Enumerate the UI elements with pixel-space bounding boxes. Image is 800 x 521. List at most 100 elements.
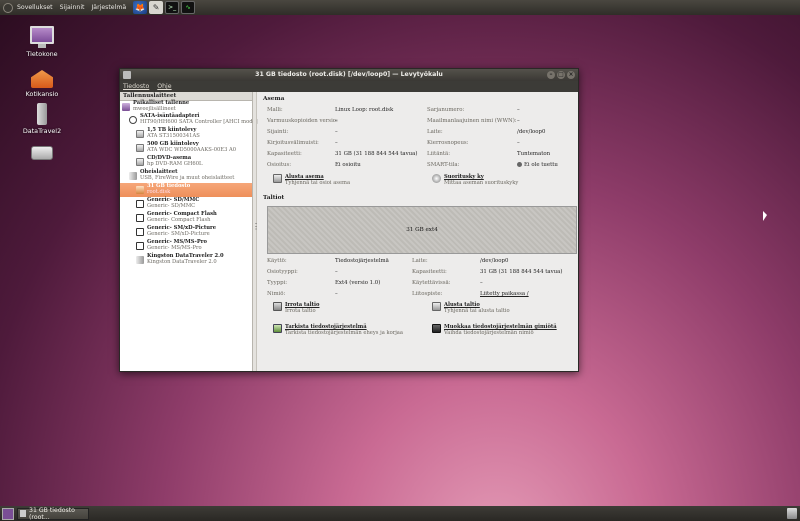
desktop-icon-home[interactable]: Kotikansio bbox=[14, 70, 70, 98]
field-value: – bbox=[335, 269, 338, 275]
minimize-button[interactable]: – bbox=[547, 71, 555, 79]
tree-item-subtitle: root.disk bbox=[147, 189, 171, 195]
volumes-section-title: Taltiot bbox=[263, 195, 285, 201]
tree-item-subtitle: HIT90/HH600 SATA Controller [AHCI mode] bbox=[140, 119, 258, 125]
format-drive-icon bbox=[273, 174, 282, 183]
field-label: Laite: bbox=[412, 258, 428, 264]
tree-item-hdd-1[interactable]: 1,5 TB kiintolevy ATA ST31500341AS bbox=[120, 127, 252, 141]
benchmark-button[interactable]: Suoritusky ky Mittaa aseman suorituskyky bbox=[432, 174, 518, 186]
check-filesystem-icon bbox=[273, 324, 282, 333]
field-value: /dev/loop0 bbox=[517, 129, 546, 135]
field-value: – bbox=[335, 129, 338, 135]
drive-field: Kapasiteetti: 31 GB (31 188 844 544 tavua… bbox=[267, 151, 417, 157]
field-label: Käyttö: bbox=[267, 258, 287, 264]
unmount-volume-button[interactable]: Irrota taltio Irrota taltio bbox=[273, 302, 319, 314]
close-button[interactable]: × bbox=[567, 71, 575, 79]
terminal-icon[interactable]: >_ bbox=[165, 1, 180, 14]
usb-drive-icon bbox=[37, 103, 47, 125]
mount-point-link[interactable]: Liitetty paikassa / bbox=[480, 291, 529, 297]
desktop-icon-label: Tietokone bbox=[26, 50, 58, 58]
menu-places[interactable]: Sijainnit bbox=[60, 4, 85, 11]
card-reader-icon bbox=[136, 214, 144, 222]
field-value: 31 GB (31 188 844 544 tavua) bbox=[335, 151, 418, 157]
drive-field: Laite: /dev/loop0 bbox=[427, 129, 545, 135]
tree-item-sata-controller[interactable]: SATA-isäntäadapteri HIT90/HH600 SATA Cont… bbox=[120, 113, 258, 127]
menu-file[interactable]: Tiedosto bbox=[123, 83, 149, 90]
tree-item-root-disk[interactable]: 31 GB tiedosto root.disk bbox=[120, 183, 252, 197]
system-monitor-icon[interactable]: ∿ bbox=[181, 1, 196, 14]
action-subtitle: Tarkista tiedostojärjestelmän eheys ja k… bbox=[285, 330, 403, 336]
taskbar-window-label: 31 GB tiedosto (root... bbox=[29, 506, 75, 521]
field-label: SMART-tila: bbox=[427, 162, 460, 168]
firefox-icon[interactable]: 🦊 bbox=[133, 1, 148, 14]
card-reader-icon bbox=[136, 242, 144, 250]
field-value: Linux Loop: root.disk bbox=[335, 107, 394, 113]
drive-field: Maailmanlaajuinen nimi (WWN): – bbox=[427, 118, 520, 124]
field-label: Sarjanumero: bbox=[427, 107, 465, 113]
action-subtitle: Tyhjennä tai alusta taltio bbox=[444, 308, 510, 314]
ubuntu-logo-icon[interactable] bbox=[3, 2, 13, 13]
menu-help[interactable]: Ohje bbox=[157, 83, 171, 90]
field-value: Ei ole tuettu bbox=[524, 162, 558, 168]
field-label: Kirjoitusvälimuisti: bbox=[267, 140, 319, 146]
gimp-icon[interactable]: ✎ bbox=[149, 1, 164, 14]
tree-item-hdd-2[interactable]: 500 GB kiintolevy ATA WDC WD5000AAKS-00E3… bbox=[120, 141, 252, 155]
desktop-icon-usb[interactable]: DataTravel2 bbox=[14, 103, 70, 135]
edit-label-button[interactable]: Muokkaa tiedostojärjestelmän gimiötä Vaih… bbox=[432, 324, 557, 336]
tree-item-sm-xd[interactable]: Generic- SM/xD-Picture Generic- SM/xD-Pic… bbox=[120, 225, 252, 239]
menu-system[interactable]: Järjestelmä bbox=[91, 4, 126, 11]
volume-field: Nimiö: – bbox=[267, 291, 338, 297]
tree-item-local-storage[interactable]: Paikalliset tallenne mweejlisällineet bbox=[120, 101, 252, 113]
tree-item-kingston[interactable]: Kingston DataTraveler 2.0 Kingston DataTr… bbox=[120, 253, 252, 267]
format-volume-button[interactable]: Alusta taltio Tyhjennä tai alusta taltio bbox=[432, 302, 510, 314]
tree-item-ms-pro[interactable]: Generic- MS/MS-Pro Generic- MS/MS-Pro bbox=[120, 239, 252, 253]
usb-icon bbox=[129, 172, 137, 180]
window-title: 31 GB tiedosto (root.disk) [/dev/loop0] … bbox=[255, 71, 443, 78]
tree-item-subtitle: ATA WDC WD5000AAKS-00E3 A0 bbox=[147, 147, 237, 153]
field-value: – bbox=[517, 140, 520, 146]
drive-field: Kirjoitusvälimuisti: – bbox=[267, 140, 338, 146]
action-subtitle: Vaihda tiedostojärjestelmän nimiö bbox=[444, 330, 534, 336]
field-label: Kapasiteetti: bbox=[267, 151, 302, 157]
field-value: Tiedostojärjestelmä bbox=[335, 258, 389, 264]
details-pane: Asema Malli: Linux Loop: root.disk Varmuu… bbox=[257, 92, 578, 371]
show-desktop-button[interactable] bbox=[2, 507, 14, 520]
window-titlebar[interactable]: 31 GB tiedosto (root.disk) [/dev/loop0] … bbox=[120, 69, 578, 81]
volume-bar[interactable]: 31 GB ext4 bbox=[267, 206, 577, 254]
drive-field: Malli: Linux Loop: root.disk bbox=[267, 107, 393, 113]
check-filesystem-button[interactable]: Tarkista tiedostojärjestelmä Tarkista tie… bbox=[273, 324, 403, 336]
session-icon[interactable] bbox=[785, 1, 797, 13]
volume-field: Osiotyyppi: – bbox=[267, 269, 338, 275]
mouse-pointer-icon bbox=[763, 211, 767, 221]
menu-applications[interactable]: Sovellukset bbox=[17, 4, 53, 11]
tree-item-sd-mmc[interactable]: Generic- SD/MMC Generic- SD/MMC bbox=[120, 197, 252, 211]
computer-icon bbox=[30, 26, 54, 48]
tree-item-subtitle: hp DVD-RAM GH60L bbox=[147, 161, 203, 167]
trash-icon[interactable] bbox=[787, 508, 797, 519]
tree-item-compact-flash[interactable]: Generic- Compact Flash Generic- Compact F… bbox=[120, 211, 252, 225]
controller-icon bbox=[129, 116, 137, 124]
volume-field: Tyyppi: Ext4 (versio 1.0) bbox=[267, 280, 380, 286]
tree-item-subtitle: USB, FireWire ja muut oheislaitteet bbox=[140, 175, 235, 181]
field-value: /dev/loop0 bbox=[480, 258, 509, 264]
field-label: Liitäntä: bbox=[427, 151, 451, 157]
menubar: Tiedosto Ohje bbox=[120, 81, 578, 92]
tree-item-peripherals[interactable]: Oheislaitteet USB, FireWire ja muut oheis… bbox=[120, 169, 252, 183]
drive-field: Sarjanumero: – bbox=[427, 107, 520, 113]
field-value: – bbox=[517, 118, 520, 124]
app-icon bbox=[123, 71, 131, 79]
action-subtitle: Mittaa aseman suorituskyky bbox=[444, 180, 519, 186]
field-value: 31 GB (31 188 844 544 tavua) bbox=[480, 269, 563, 275]
desktop-icon-computer[interactable]: Tietokone bbox=[14, 26, 70, 58]
format-drive-button[interactable]: Alusta asema Tyhjennä tai osioi asema bbox=[273, 174, 350, 186]
taskbar-window-button[interactable]: 31 GB tiedosto (root... bbox=[17, 506, 89, 521]
home-folder-icon bbox=[31, 70, 53, 88]
tree-item-optical-drive[interactable]: CD/DVD-asema hp DVD-RAM GH60L bbox=[120, 155, 252, 169]
maximize-button[interactable]: □ bbox=[557, 71, 565, 79]
format-volume-icon bbox=[432, 302, 441, 311]
tree-item-subtitle: Generic- SD/MMC bbox=[147, 203, 196, 209]
field-value: Ei osioitu bbox=[335, 162, 361, 168]
field-value: – bbox=[517, 107, 520, 113]
drive-section-title: Asema bbox=[263, 96, 285, 102]
desktop-icon-drive[interactable] bbox=[14, 146, 70, 162]
